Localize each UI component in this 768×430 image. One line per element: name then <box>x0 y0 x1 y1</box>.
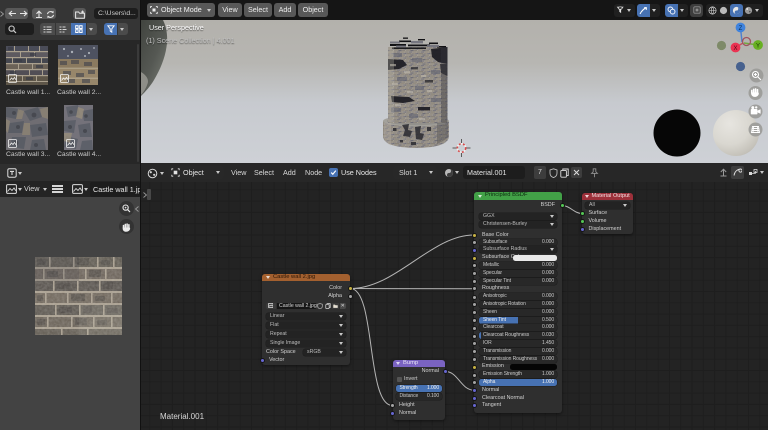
svg-text:Y: Y <box>756 44 760 50</box>
svg-text:X: X <box>733 46 737 52</box>
svg-text:Z: Z <box>739 26 743 32</box>
